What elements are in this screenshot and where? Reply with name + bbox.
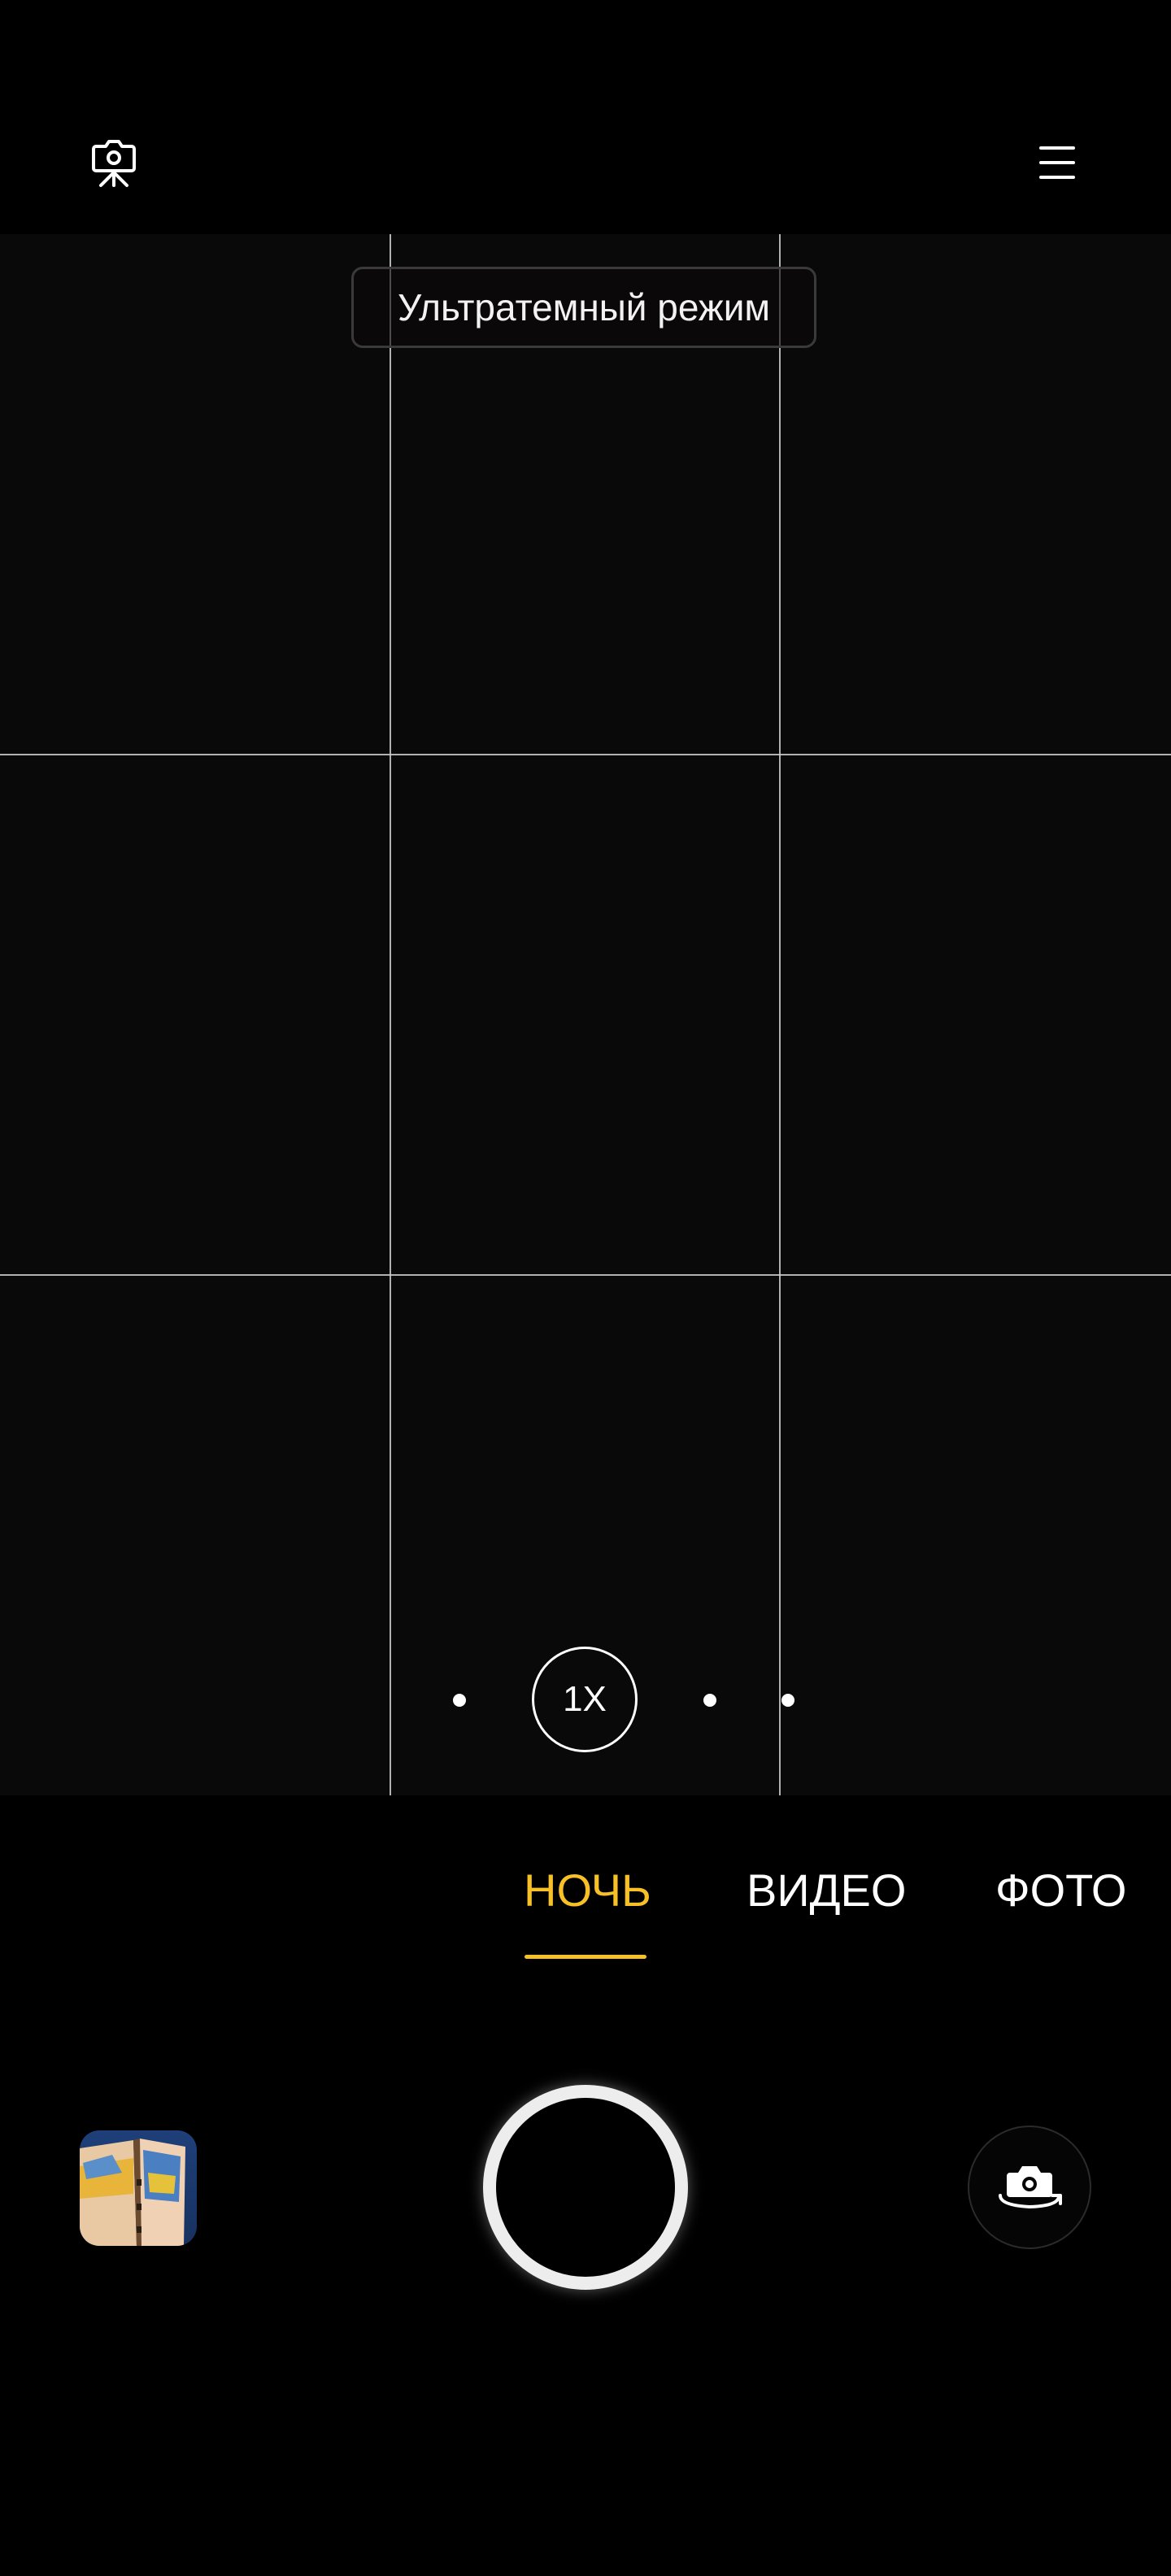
ultra-dark-mode-hint[interactable]: Ультратемный режим (351, 267, 816, 348)
zoom-level-dot[interactable] (781, 1694, 794, 1707)
top-bar (0, 0, 1171, 234)
gallery-thumbnail[interactable] (80, 2130, 197, 2246)
gallery-preview-image (80, 2130, 197, 2246)
camera-viewfinder[interactable]: Ультратемный режим 1X (0, 234, 1171, 1795)
zoom-button[interactable]: 1X (532, 1647, 638, 1752)
active-mode-indicator (525, 1955, 646, 1959)
grid-line (0, 754, 1171, 755)
camera-settings-button[interactable] (81, 130, 146, 195)
mode-tab-night[interactable]: НОЧЬ (524, 1862, 651, 1919)
switch-camera-icon (999, 2166, 1062, 2209)
grid-line (779, 234, 781, 1795)
zoom-level-dot[interactable] (453, 1694, 466, 1707)
camera-settings-icon (92, 140, 136, 187)
grid-line (390, 234, 391, 1795)
switch-camera-button[interactable] (968, 2126, 1091, 2249)
mode-tab-video[interactable]: ВИДЕО (747, 1862, 906, 1919)
menu-button[interactable] (1025, 130, 1090, 195)
zoom-level-dot[interactable] (703, 1694, 716, 1707)
mode-tab-photo[interactable]: ФОТО (995, 1862, 1126, 1919)
hamburger-menu-icon (1039, 146, 1075, 179)
grid-line (0, 1274, 1171, 1276)
shutter-button[interactable] (483, 2085, 688, 2290)
